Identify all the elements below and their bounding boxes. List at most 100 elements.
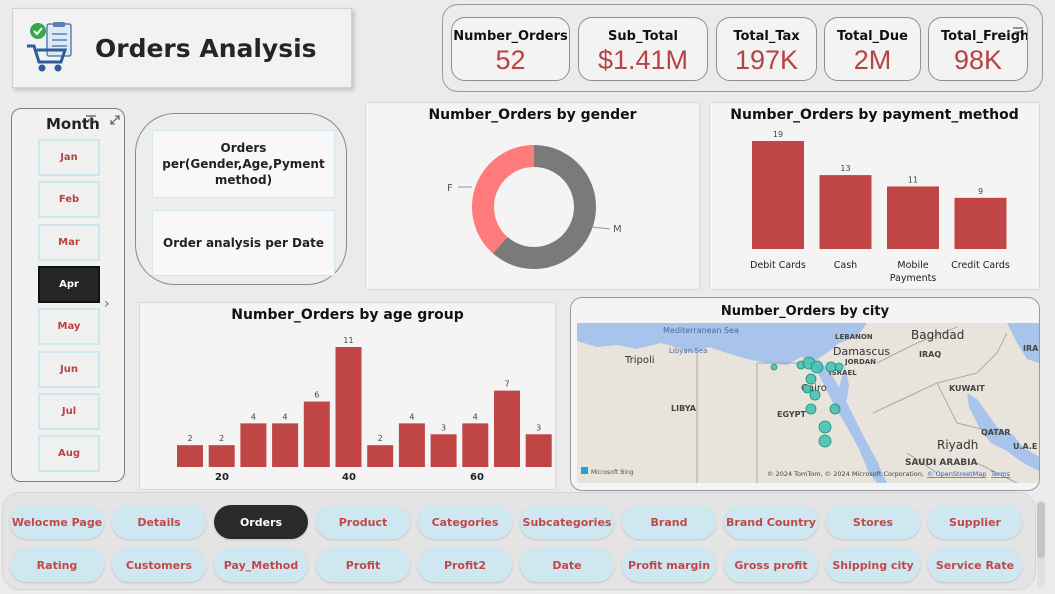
category-label: Mobile xyxy=(897,260,928,271)
nav-pill-details[interactable]: Details xyxy=(112,505,206,539)
focus-mode-icon[interactable] xyxy=(108,113,122,127)
city-bubble[interactable] xyxy=(818,420,832,434)
city-bubble[interactable] xyxy=(802,384,812,394)
age-bar[interactable] xyxy=(177,445,203,467)
kpi-label: Total_Tax xyxy=(733,29,800,44)
month-item-feb[interactable]: Feb xyxy=(38,181,100,218)
donut-slice-f[interactable] xyxy=(472,145,534,254)
nav-pill-brand[interactable]: Brand xyxy=(622,505,716,539)
map-label-kuwait: KUWAIT xyxy=(949,384,985,393)
kpi-value: $1.41M xyxy=(597,45,689,75)
month-item-aug[interactable]: Aug xyxy=(38,435,100,472)
city-bubble[interactable] xyxy=(834,362,844,372)
city-bubble[interactable] xyxy=(829,403,841,415)
map-label-jordan: JORDAN xyxy=(844,358,876,366)
age-bar[interactable] xyxy=(303,401,330,467)
shopping-cart-clipboard-icon xyxy=(27,22,72,72)
city-bubble[interactable] xyxy=(825,361,837,373)
scrollbar-thumb[interactable] xyxy=(1037,502,1045,558)
report-nav-box: Orders per(Gender,Age,Pyment method) Ord… xyxy=(135,113,347,285)
city-bubble[interactable] xyxy=(770,363,778,371)
map-osm-link[interactable]: © OpenStreetMap xyxy=(927,470,986,478)
map-label-uae: U.A.E xyxy=(1013,442,1037,451)
nav-pill-stores[interactable]: Stores xyxy=(826,505,920,539)
page-title: Orders Analysis xyxy=(95,33,317,63)
city-bubble[interactable] xyxy=(810,360,824,374)
nav-pill-supplier[interactable]: Supplier xyxy=(928,505,1022,539)
kpi-label: Total_Due xyxy=(837,29,908,44)
donut-label-m: M xyxy=(613,224,622,235)
nav-pill-customers[interactable]: Customers xyxy=(112,548,206,582)
payment-bar[interactable] xyxy=(887,186,939,249)
age-bar[interactable] xyxy=(367,445,394,467)
map-label-lebanon: LEBANON xyxy=(835,333,873,341)
kpi-total-due: Total_Due 2M xyxy=(824,17,921,81)
age-bar[interactable] xyxy=(462,423,489,467)
city-bubble[interactable] xyxy=(805,403,817,415)
filter-icon[interactable] xyxy=(1011,25,1025,39)
map-credit-bing: Microsoft Bing xyxy=(591,469,634,476)
month-item-apr[interactable]: Apr xyxy=(38,266,100,303)
map-terms-link[interactable]: Terms xyxy=(990,470,1011,478)
bar-data-label: 4 xyxy=(409,412,414,421)
city-bubble[interactable] xyxy=(805,373,817,385)
month-item-jan[interactable]: Jan xyxy=(38,139,100,176)
title-card: Orders Analysis xyxy=(12,8,352,88)
month-item-jun[interactable]: Jun xyxy=(38,351,100,388)
age-bar[interactable] xyxy=(430,434,457,467)
age-bar[interactable] xyxy=(335,347,362,467)
gender-donut-chart: F M xyxy=(447,145,622,269)
nav-pill-brand-country[interactable]: Brand Country xyxy=(724,505,818,539)
nav-pill-profit2[interactable]: Profit2 xyxy=(418,548,512,582)
nav-pill-profit-margin[interactable]: Profit margin xyxy=(622,548,716,582)
x-tick-label: 20 xyxy=(215,472,229,483)
bar-data-label: 13 xyxy=(840,164,850,173)
month-item-mar[interactable]: Mar xyxy=(38,224,100,261)
nav-pill-rating[interactable]: Rating xyxy=(10,548,104,582)
age-bar[interactable] xyxy=(398,423,425,467)
nav-pill-date[interactable]: Date xyxy=(520,548,614,582)
nav-pill-welocme-page[interactable]: Welocme Page xyxy=(10,505,104,539)
map-label-iran: IRA xyxy=(1023,344,1039,353)
kpi-label: Sub_Total xyxy=(608,29,678,44)
nav-orders-per-gender-age-payment[interactable]: Orders per(Gender,Age,Pyment method) xyxy=(152,130,335,198)
map-label-iraq: IRAQ xyxy=(919,350,941,359)
nav-pill-subcategories[interactable]: Subcategories xyxy=(520,505,614,539)
payment-bar[interactable] xyxy=(954,197,1007,249)
month-item-may[interactable]: May xyxy=(38,308,100,345)
bar-data-label: 7 xyxy=(504,380,509,389)
bar-data-label: 3 xyxy=(441,423,446,432)
city-bubble[interactable] xyxy=(809,389,821,401)
payment-bar[interactable] xyxy=(752,141,804,249)
nav-pill-product[interactable]: Product xyxy=(316,505,410,539)
nav-pill-categories[interactable]: Categories xyxy=(418,505,512,539)
nav-pill-gross-profit[interactable]: Gross profit xyxy=(724,548,818,582)
age-bar[interactable] xyxy=(208,445,235,467)
age-bar[interactable] xyxy=(240,423,267,467)
nav-pill-shipping-city[interactable]: Shipping city xyxy=(826,548,920,582)
nav-order-analysis-per-date[interactable]: Order analysis per Date xyxy=(152,210,335,276)
age-bar[interactable] xyxy=(494,390,520,467)
nav-pill-pay-method[interactable]: Pay_Method xyxy=(214,548,308,582)
bar-data-label: 11 xyxy=(908,175,918,184)
kpi-value: 197K xyxy=(734,45,799,75)
age-bar[interactable] xyxy=(272,423,299,467)
bar-data-label: 9 xyxy=(978,187,983,196)
month-item-jul[interactable]: Jul xyxy=(38,393,100,430)
nav-pill-service-rate[interactable]: Service Rate xyxy=(928,548,1022,582)
gender-chart-panel: Number_Orders by gender F M xyxy=(365,102,700,290)
bar-data-label: 2 xyxy=(187,434,192,443)
x-tick-label: 40 xyxy=(342,472,356,483)
age-bar[interactable] xyxy=(525,434,552,467)
city-bubble[interactable] xyxy=(818,434,832,448)
kpi-label: Number_Orders xyxy=(453,29,568,44)
payment-bar[interactable] xyxy=(819,175,872,249)
city-map[interactable]: Mediterranean Sea Tripoli Libyan Sea LIB… xyxy=(577,323,1039,483)
filter-icon[interactable] xyxy=(84,113,98,127)
chevron-right-icon[interactable]: › xyxy=(104,296,110,312)
nav-pill-profit[interactable]: Profit xyxy=(316,548,410,582)
bar-data-label: 4 xyxy=(251,412,256,421)
map-copyright: © 2024 TomTom, © 2024 Microsoft Corporat… xyxy=(767,470,924,478)
nav-pill-orders[interactable]: Orders xyxy=(214,505,308,539)
kpi-value: 98K xyxy=(953,45,1003,75)
